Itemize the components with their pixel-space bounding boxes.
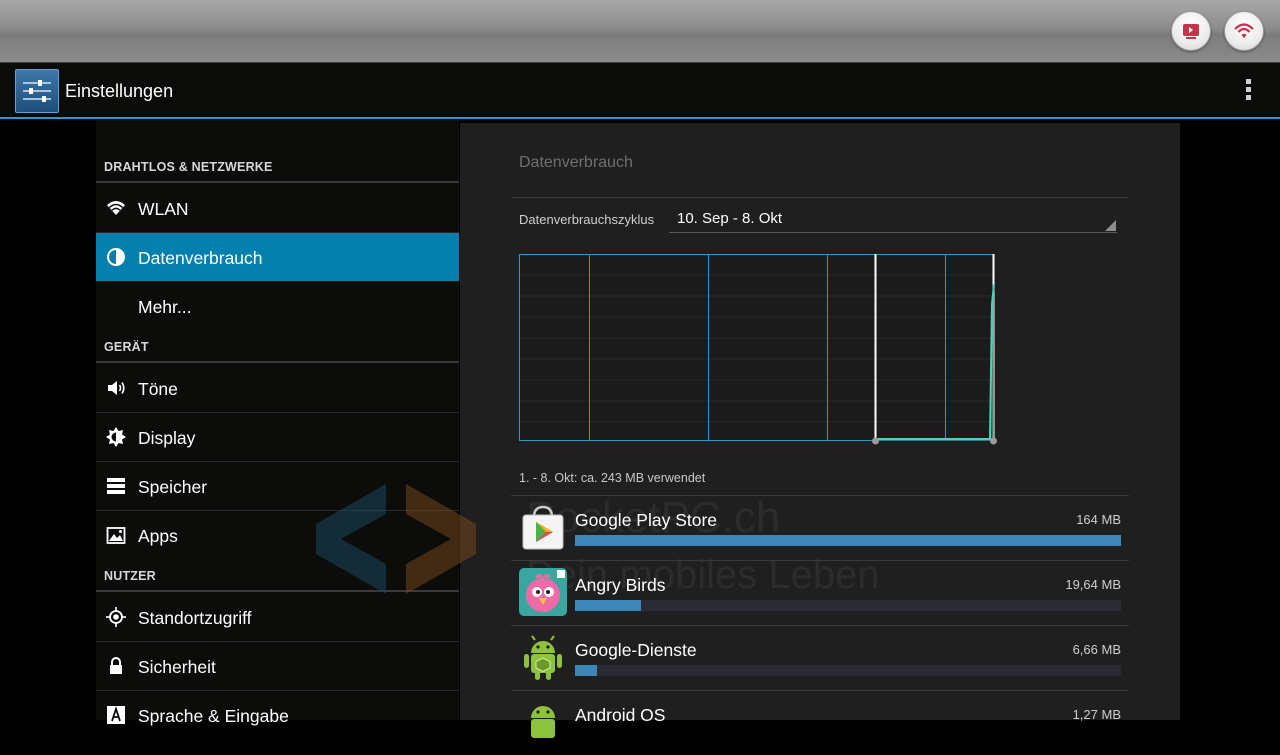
sidebar-item-label: Datenverbrauch bbox=[138, 248, 263, 268]
angry-birds-icon bbox=[519, 568, 567, 616]
app-usage-row-play-store[interactable]: Google Play Store 164 MB bbox=[511, 495, 1129, 560]
brightness-icon bbox=[106, 427, 126, 447]
app-usage-row-android-os[interactable]: Android OS 1,27 MB bbox=[511, 690, 1129, 755]
app-name: Angry Birds bbox=[575, 575, 666, 595]
cycle-label: Datenverbrauchszyklus bbox=[519, 212, 655, 227]
sidebar-item-datenverbrauch[interactable]: Datenverbrauch bbox=[96, 233, 459, 281]
action-bar: Einstellungen bbox=[0, 63, 1280, 119]
app-size: 164 MB bbox=[1076, 512, 1121, 527]
sidebar-item-label: Sicherheit bbox=[138, 657, 216, 677]
overflow-menu-icon[interactable] bbox=[1242, 79, 1254, 103]
app-name: Android OS bbox=[575, 705, 666, 725]
usage-bar bbox=[575, 600, 1121, 611]
app-name: Google-Dienste bbox=[575, 640, 697, 660]
page-title: Einstellungen bbox=[65, 81, 174, 101]
data-usage-icon bbox=[107, 248, 125, 266]
wifi-icon bbox=[107, 201, 125, 215]
location-icon bbox=[106, 607, 126, 627]
usage-bar bbox=[575, 665, 1121, 676]
status-bar bbox=[0, 0, 1280, 63]
sidebar-item-label: Speicher bbox=[138, 477, 208, 497]
app-size: 6,66 MB bbox=[1072, 642, 1121, 657]
sidebar-item-label: Sprache & Eingabe bbox=[138, 706, 289, 726]
app-usage-row-google-dienste[interactable]: Google-Dienste 6,66 MB bbox=[511, 625, 1129, 690]
sidebar-item-label: Standortzugriff bbox=[138, 608, 252, 628]
section-header-device: GERÄT bbox=[104, 340, 149, 354]
sidebar-item-toene[interactable]: Töne bbox=[96, 364, 459, 412]
dropdown-arrow-icon[interactable] bbox=[1105, 220, 1116, 231]
section-header-user: NUTZER bbox=[104, 569, 156, 583]
wifi-status-icon[interactable] bbox=[1224, 11, 1264, 51]
android-icon bbox=[531, 706, 555, 738]
language-icon bbox=[107, 706, 125, 724]
sidebar-item-label: Töne bbox=[138, 379, 178, 399]
apps-icon bbox=[106, 527, 126, 544]
sidebar-item-label: Mehr... bbox=[138, 297, 192, 317]
sidebar-item-wlan[interactable]: WLAN bbox=[96, 184, 459, 232]
settings-sidebar: DRAHTLOS & NETZWERKE WLAN Datenverbrauch… bbox=[96, 120, 459, 726]
speaker-icon bbox=[108, 381, 125, 395]
app-size: 19,64 MB bbox=[1065, 577, 1121, 592]
app-name: Google Play Store bbox=[575, 510, 718, 530]
usage-bar bbox=[575, 535, 1121, 546]
cycle-dropdown[interactable]: 10. Sep - 8. Okt bbox=[677, 210, 782, 227]
sidebar-item-label: Display bbox=[138, 428, 196, 448]
screen-mirror-icon[interactable] bbox=[1171, 11, 1211, 51]
sidebar-item-label: Apps bbox=[138, 526, 178, 546]
play-store-icon bbox=[522, 505, 564, 550]
sidebar-item-label: WLAN bbox=[138, 199, 189, 219]
usage-summary: 1. - 8. Okt: ca. 243 MB verwendet bbox=[519, 471, 706, 485]
sidebar-item-sicherheit[interactable]: Sicherheit bbox=[96, 642, 459, 690]
app-usage-row-angry-birds[interactable]: Angry Birds 19,64 MB bbox=[511, 560, 1129, 625]
panel-title: Datenverbrauch bbox=[519, 154, 633, 171]
section-header-wireless: DRAHTLOS & NETZWERKE bbox=[104, 160, 273, 174]
data-usage-panel: Datenverbrauch Datenverbrauchszyklus 10.… bbox=[316, 123, 1180, 738]
sidebar-item-mehr[interactable]: Mehr... bbox=[96, 282, 459, 330]
sidebar-item-display[interactable]: Display bbox=[96, 413, 459, 461]
usage-chart[interactable] bbox=[519, 254, 1001, 446]
storage-icon bbox=[107, 478, 125, 494]
sidebar-item-sprache-eingabe[interactable]: Sprache & Eingabe bbox=[96, 691, 459, 739]
android-icon bbox=[524, 635, 562, 680]
lock-icon bbox=[110, 657, 122, 674]
settings-app-icon[interactable] bbox=[15, 69, 59, 113]
